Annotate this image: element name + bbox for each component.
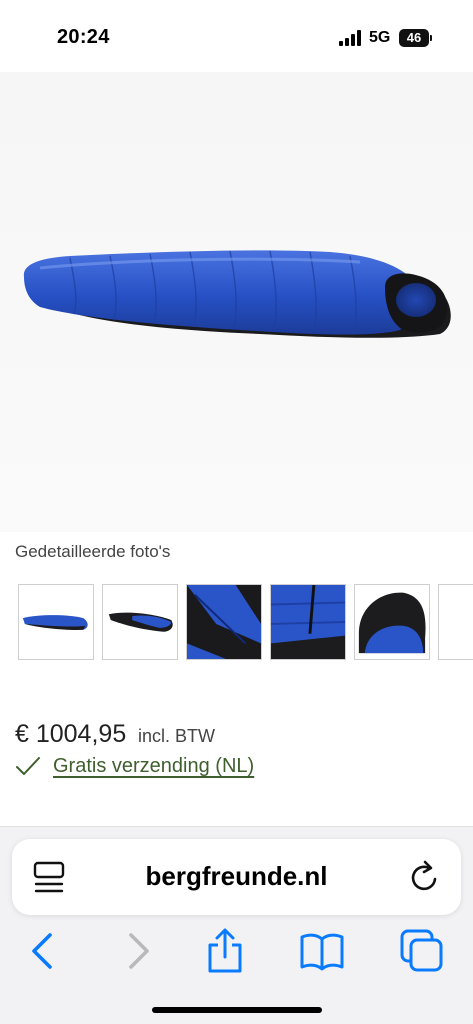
browser-chrome: bergfreunde.nl: [0, 826, 473, 1024]
status-time: 20:24: [57, 26, 110, 48]
forward-icon[interactable]: [113, 927, 161, 975]
detail-photos-heading: Gedetailleerde foto's: [15, 542, 171, 561]
bookmarks-icon[interactable]: [298, 927, 346, 975]
thumbnail-strip[interactable]: [18, 584, 473, 660]
thumbnail-4[interactable]: [270, 584, 346, 660]
thumbnail-5[interactable]: [354, 584, 430, 660]
variant-label: Kleur: Blue / Black: [15, 816, 154, 826]
thumbnail-6[interactable]: [438, 584, 473, 660]
thumbnail-2[interactable]: [102, 584, 178, 660]
back-icon[interactable]: [20, 927, 68, 975]
check-icon: [16, 757, 40, 775]
battery-icon: 46: [399, 29, 432, 47]
home-indicator[interactable]: [152, 1007, 322, 1013]
thumbnail-3[interactable]: [186, 584, 262, 660]
reload-icon[interactable]: [407, 859, 441, 895]
tax-note: incl. BTW: [138, 726, 216, 746]
product-hero-image[interactable]: [0, 72, 473, 532]
price: € 1004,95: [15, 720, 127, 748]
network-label: 5G: [369, 29, 391, 46]
shipping-link[interactable]: Gratis verzending (NL): [53, 755, 254, 778]
signal-icon: [339, 30, 361, 46]
share-icon[interactable]: [201, 927, 249, 975]
address-text[interactable]: bergfreunde.nl: [12, 861, 461, 892]
status-bar: 20:24 5G 46: [0, 0, 473, 72]
tabs-icon[interactable]: [398, 927, 446, 975]
thumbnail-1[interactable]: [18, 584, 94, 660]
sleeping-bag-illustration: [23, 250, 451, 338]
address-bar[interactable]: bergfreunde.nl: [12, 839, 461, 915]
